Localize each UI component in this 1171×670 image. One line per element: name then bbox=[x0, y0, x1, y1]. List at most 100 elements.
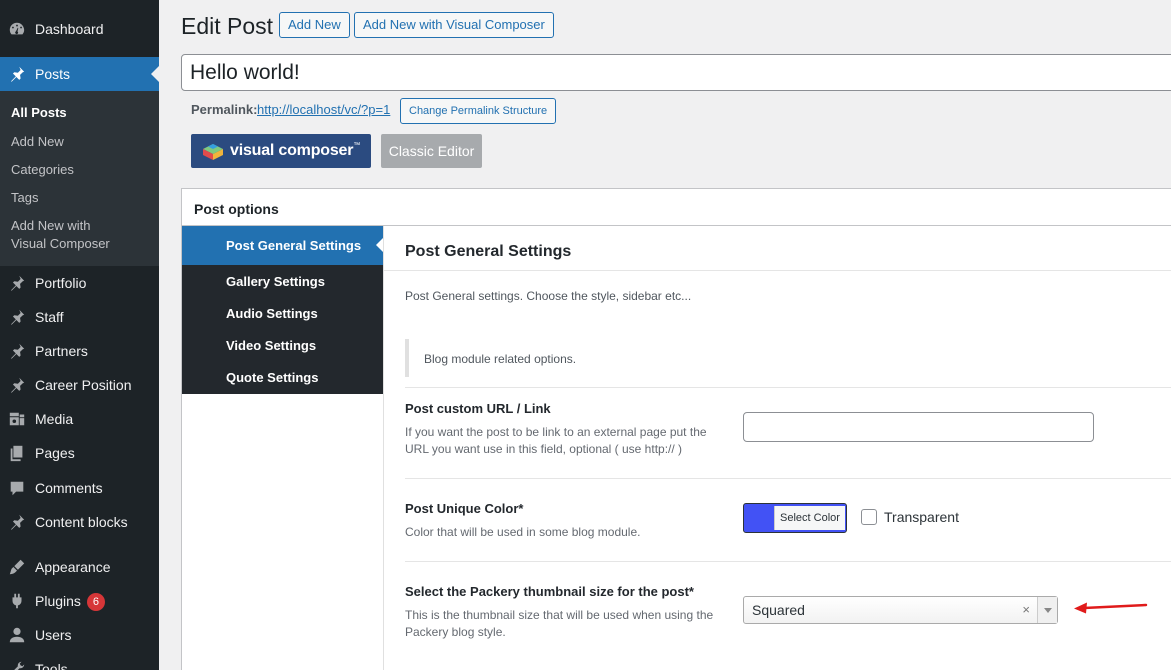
sidebar-item-media[interactable]: Media bbox=[0, 402, 159, 436]
submenu-item-all-posts[interactable]: All Posts bbox=[11, 104, 67, 122]
tools-icon bbox=[8, 660, 26, 670]
sidebar-item-plugins[interactable]: Plugins 6 bbox=[0, 584, 159, 618]
sidebar-item-label: Dashboard bbox=[35, 21, 104, 37]
trademark-mark: ™ bbox=[353, 142, 361, 149]
post-options-tabs: Post General Settings Gallery Settings A… bbox=[182, 226, 383, 394]
select-dropdown-toggle[interactable] bbox=[1037, 597, 1057, 623]
sidebar-item-users[interactable]: Users bbox=[0, 618, 159, 652]
panel-description: Post General settings. Choose the style,… bbox=[405, 289, 692, 303]
clear-selection-icon[interactable]: × bbox=[1022, 597, 1030, 623]
transparent-checkbox[interactable] bbox=[861, 509, 877, 525]
submenu-item-categories[interactable]: Categories bbox=[11, 161, 74, 179]
sidebar-item-posts[interactable]: Posts bbox=[0, 57, 159, 91]
permalink-url-link[interactable]: http://localhost/vc/?p=1 bbox=[257, 102, 390, 117]
pushpin-icon bbox=[8, 376, 26, 394]
tab-label: Post General Settings bbox=[226, 238, 362, 253]
post-options-header[interactable]: Post options bbox=[182, 189, 1171, 226]
visual-composer-button[interactable]: visual composer™ bbox=[191, 134, 371, 168]
sidebar-item-comments[interactable]: Comments bbox=[0, 471, 159, 505]
sidebar-item-label: Comments bbox=[35, 480, 103, 496]
comments-icon bbox=[8, 479, 26, 497]
transparent-label[interactable]: Transparent bbox=[884, 509, 959, 525]
posts-submenu: All Posts Add New Categories Tags Add Ne… bbox=[0, 91, 159, 266]
unique-color-picker-button[interactable]: Select Color bbox=[743, 503, 847, 533]
sidebar-item-content-blocks[interactable]: Content blocks bbox=[0, 505, 159, 539]
admin-sidebar: Dashboard Posts All Posts Add New Catego… bbox=[0, 0, 159, 670]
sidebar-item-staff[interactable]: Staff bbox=[0, 300, 159, 334]
sidebar-item-appearance[interactable]: Appearance bbox=[0, 550, 159, 584]
submenu-item-add-new[interactable]: Add New bbox=[11, 133, 64, 151]
current-menu-arrow bbox=[151, 66, 159, 82]
post-general-settings-panel: Post General Settings Post General setti… bbox=[384, 226, 1171, 670]
tab-post-general-settings[interactable]: Post General Settings bbox=[182, 226, 383, 265]
sidebar-item-partners[interactable]: Partners bbox=[0, 334, 159, 368]
panel-title: Post General Settings bbox=[405, 243, 572, 260]
pushpin-icon bbox=[8, 274, 26, 292]
sidebar-item-label: Posts bbox=[35, 66, 71, 82]
tab-audio-settings[interactable]: Audio Settings bbox=[182, 298, 383, 330]
sidebar-item-label: Tools bbox=[35, 661, 68, 670]
tab-label: Gallery Settings bbox=[226, 274, 325, 289]
packery-size-select[interactable]: Squared × bbox=[743, 596, 1058, 624]
blog-module-notice: Blog module related options. bbox=[405, 339, 1171, 377]
notice-text: Blog module related options. bbox=[424, 352, 577, 366]
select-color-label: Select Color bbox=[774, 506, 845, 530]
sidebar-item-portfolio[interactable]: Portfolio bbox=[0, 266, 159, 300]
pushpin-icon bbox=[8, 308, 26, 326]
submenu-item-tags[interactable]: Tags bbox=[11, 189, 38, 207]
sidebar-item-dashboard[interactable]: Dashboard bbox=[0, 12, 159, 46]
plugin-update-count-badge: 6 bbox=[86, 593, 105, 611]
change-permalink-structure-button[interactable]: Change Permalink Structure bbox=[400, 98, 557, 124]
sidebar-item-label: Media bbox=[35, 411, 74, 427]
appearance-icon bbox=[8, 558, 26, 576]
sidebar-item-label: Users bbox=[35, 627, 72, 643]
pages-icon bbox=[8, 444, 26, 462]
chevron-down-icon bbox=[1043, 607, 1052, 613]
custom-url-label: Post custom URL / Link bbox=[405, 401, 551, 416]
visual-composer-logo-icon bbox=[203, 144, 223, 160]
sidebar-item-label: Partners bbox=[35, 343, 88, 359]
sidebar-item-label: Portfolio bbox=[35, 275, 87, 291]
unique-color-description: Color that will be used in some blog mod… bbox=[405, 525, 641, 539]
add-new-visual-composer-button[interactable]: Add New with Visual Composer bbox=[354, 12, 554, 38]
sidebar-item-label: Plugins bbox=[35, 593, 81, 609]
tab-label: Quote Settings bbox=[226, 370, 319, 385]
sidebar-item-career-position[interactable]: Career Position bbox=[0, 368, 159, 402]
media-icon bbox=[8, 410, 26, 428]
permalink-label: Permalink: bbox=[191, 102, 258, 117]
post-options-box: Post options Post General Settings Galle… bbox=[181, 188, 1171, 670]
post-title-input[interactable] bbox=[181, 54, 1171, 91]
row-separator bbox=[405, 387, 1171, 388]
visual-composer-label: visual composer™ bbox=[230, 142, 360, 160]
users-icon bbox=[8, 626, 26, 644]
tab-video-settings[interactable]: Video Settings bbox=[182, 330, 383, 362]
submenu-item-add-new-vc[interactable]: Add New with Visual Composer bbox=[11, 217, 110, 253]
annotation-arrow-icon bbox=[1074, 602, 1148, 614]
sidebar-item-label: Appearance bbox=[35, 559, 111, 575]
sidebar-item-pages[interactable]: Pages bbox=[0, 436, 159, 470]
sidebar-item-label-wrap: Plugins 6 bbox=[35, 584, 105, 618]
row-separator bbox=[405, 478, 1171, 479]
add-new-button[interactable]: Add New bbox=[279, 12, 350, 38]
sidebar-item-label: Staff bbox=[35, 309, 64, 325]
sidebar-item-tools[interactable]: Tools bbox=[0, 652, 159, 670]
pushpin-icon bbox=[8, 342, 26, 360]
plugins-icon bbox=[8, 592, 26, 610]
classic-editor-button[interactable]: Classic Editor bbox=[381, 134, 482, 168]
custom-url-input[interactable] bbox=[743, 412, 1094, 442]
tab-label: Audio Settings bbox=[226, 306, 318, 321]
panel-divider bbox=[384, 270, 1171, 271]
page-title: Edit Post bbox=[181, 13, 274, 39]
sidebar-item-label: Career Position bbox=[35, 377, 132, 393]
pushpin-icon bbox=[8, 513, 26, 531]
packery-size-label: Select the Packery thumbnail size for th… bbox=[405, 584, 694, 599]
unique-color-label: Post Unique Color* bbox=[405, 501, 524, 516]
custom-url-description: If you want the post to be link to an ex… bbox=[405, 425, 707, 456]
post-options-title: Post options bbox=[194, 201, 279, 217]
row-separator bbox=[405, 561, 1171, 562]
packery-size-selected-value: Squared bbox=[752, 602, 805, 618]
packery-size-description: This is the thumbnail size that will be … bbox=[405, 608, 714, 639]
tab-gallery-settings[interactable]: Gallery Settings bbox=[182, 266, 383, 298]
tab-quote-settings[interactable]: Quote Settings bbox=[182, 362, 383, 394]
tab-label: Video Settings bbox=[226, 338, 317, 353]
